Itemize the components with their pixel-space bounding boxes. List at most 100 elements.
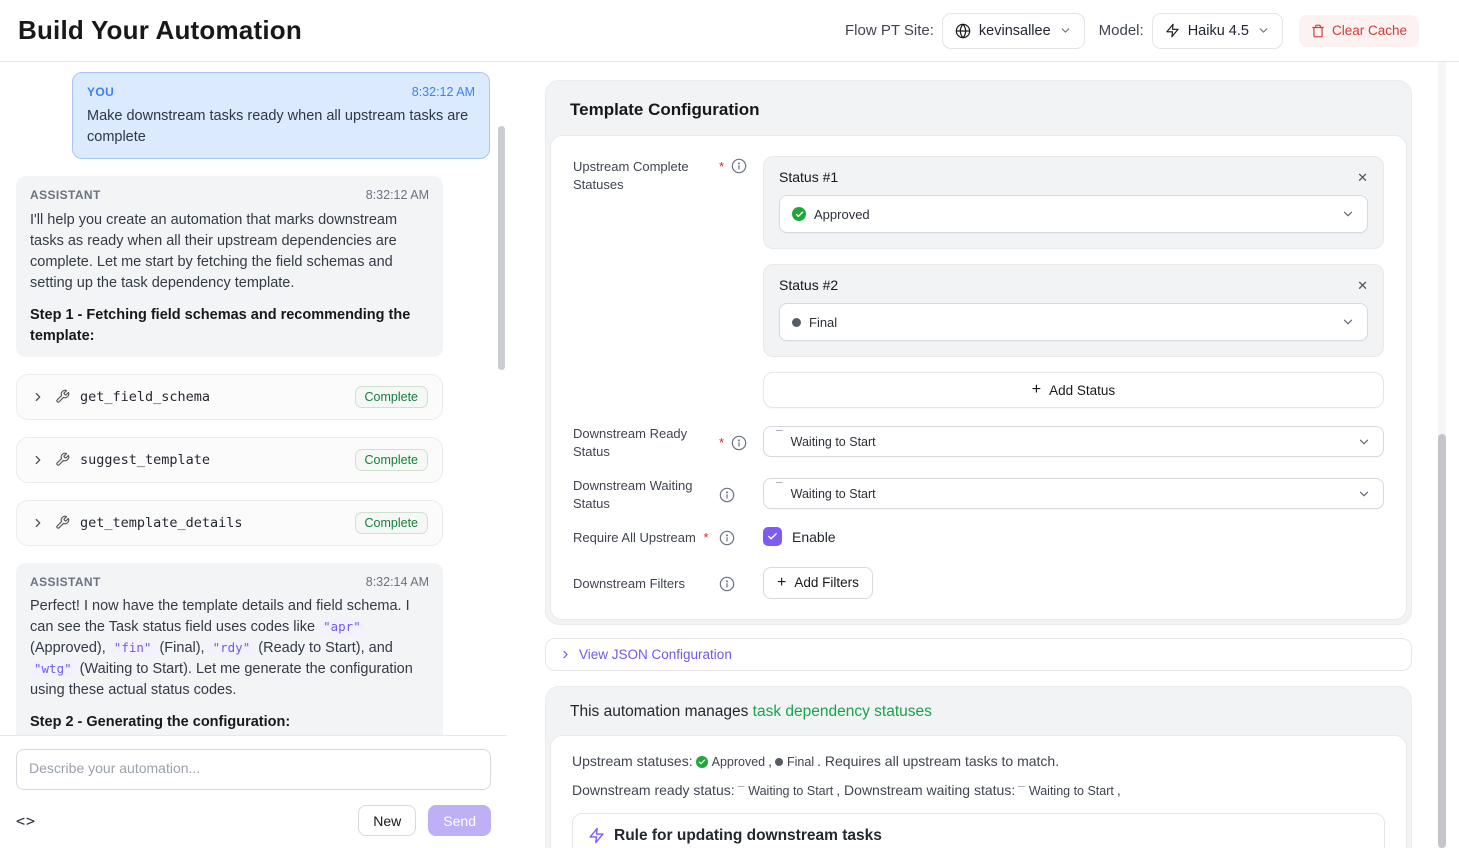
separator: ,	[768, 753, 772, 769]
downstream-filters-row: Downstream Filters + Add Filters	[573, 567, 1384, 599]
app-window: Build Your Automation Flow PT Site: kevi…	[0, 0, 1459, 848]
label-text: Require All Upstream	[573, 530, 696, 545]
text-fragment: (Waiting to Start). Let me generate the …	[30, 661, 413, 698]
required-mark: *	[703, 530, 708, 545]
downstream-waiting-status-select[interactable]: ¯ Waiting to Start	[763, 478, 1384, 509]
template-configuration-form: Upstream Complete Statuses * Status #1	[550, 135, 1407, 620]
waiting-status-mark-icon: ¯	[776, 479, 783, 496]
tool-call-get-template-details[interactable]: get_template_details Complete	[16, 500, 443, 546]
info-icon[interactable]	[719, 487, 735, 503]
assistant-role-label: ASSISTANT	[30, 574, 101, 591]
clear-cache-label: Clear Cache	[1332, 23, 1407, 38]
require-all-upstream-checkbox[interactable]	[763, 527, 782, 546]
automation-prompt-input[interactable]	[16, 749, 491, 790]
status-2-card: Status #2 ✕ Final	[763, 264, 1384, 357]
tool-call-get-field-schema[interactable]: get_field_schema Complete	[16, 374, 443, 420]
status-card-header: Status #2 ✕	[779, 277, 1368, 293]
downstream-statuses-line: Downstream ready status: ¯ Waiting to St…	[572, 782, 1385, 800]
chevron-down-icon	[1357, 435, 1371, 449]
close-icon: ✕	[1357, 170, 1368, 185]
waiting-status-mark-icon: ¯	[738, 783, 745, 800]
approved-status-chip: Approved	[696, 755, 766, 769]
text-fragment: Upstream statuses:	[572, 753, 693, 769]
chip-label: Waiting to Start	[748, 784, 833, 798]
assistant-message-time: 8:32:12 AM	[366, 186, 429, 204]
tool-name: suggest_template	[80, 452, 210, 468]
trash-icon	[1311, 24, 1325, 38]
status-1-card: Status #1 ✕ Approved	[763, 156, 1384, 249]
assistant-message-text: Perfect! I now have the template details…	[30, 596, 429, 701]
upstream-complete-statuses-label: Upstream Complete Statuses	[573, 156, 719, 193]
label-adornments: *	[719, 156, 763, 174]
final-status-chip: Final	[775, 755, 814, 769]
chevron-right-icon	[559, 648, 572, 661]
user-role-label: YOU	[87, 84, 114, 101]
composer: <> New Send	[0, 735, 507, 848]
step-2-heading: Step 2 - Generating the configuration:	[30, 712, 429, 733]
user-message: YOU 8:32:12 AM Make downstream tasks rea…	[72, 72, 490, 159]
chevron-down-icon	[1257, 24, 1270, 37]
required-mark: *	[719, 159, 724, 174]
status-list: Status #1 ✕ Approved	[763, 156, 1384, 408]
rule-title-row: Rule for updating downstream tasks	[588, 827, 1369, 845]
wrench-icon	[55, 389, 70, 404]
close-icon: ✕	[1357, 278, 1368, 293]
required-mark: *	[719, 435, 724, 450]
model-value: Haiku 4.5	[1188, 23, 1249, 39]
code-chip-apr: "apr"	[319, 618, 365, 635]
lightning-icon	[1165, 23, 1180, 38]
chevron-right-icon	[31, 453, 45, 467]
chip-label: Approved	[712, 755, 766, 769]
code-chip-wtg: "wtg"	[30, 660, 76, 677]
configuration-panel: Template Configuration Upstream Complete…	[507, 62, 1459, 848]
clear-cache-button[interactable]: Clear Cache	[1299, 15, 1419, 47]
summary-heading-text: This automation manages	[570, 703, 753, 720]
tool-call-suggest-template[interactable]: suggest_template Complete	[16, 437, 443, 483]
label-adornments	[719, 574, 763, 592]
waiting-status-mark-icon: ¯	[1018, 783, 1025, 800]
globe-icon	[955, 23, 971, 39]
rule-title: Rule for updating downstream tasks	[614, 827, 882, 845]
window-scrollbar-thumb[interactable]	[1438, 434, 1446, 848]
tool-name: get_field_schema	[80, 389, 210, 405]
chat-scrollbar	[498, 126, 506, 798]
status-2-value: Final	[809, 315, 837, 330]
site-dropdown[interactable]: kevinsallee	[942, 13, 1085, 49]
send-button[interactable]: Send	[428, 805, 491, 836]
remove-status-1-button[interactable]: ✕	[1357, 171, 1368, 184]
add-filters-button[interactable]: + Add Filters	[763, 567, 873, 599]
enable-control: Enable	[763, 527, 1384, 546]
info-icon[interactable]	[731, 158, 747, 174]
remove-status-2-button[interactable]: ✕	[1357, 279, 1368, 292]
code-icon: <>	[16, 812, 36, 830]
text-fragment: (Final),	[155, 640, 208, 656]
assistant-message-1: ASSISTANT 8:32:12 AM I'll help you creat…	[16, 176, 443, 356]
info-icon[interactable]	[719, 530, 735, 546]
status-1-select[interactable]: Approved	[779, 195, 1368, 233]
status-badge: Complete	[355, 449, 429, 471]
new-conversation-button[interactable]: New	[358, 805, 416, 836]
text-fragment: . Requires all upstream tasks to match.	[817, 753, 1059, 769]
add-status-button[interactable]: + Add Status	[763, 372, 1384, 408]
chat-scrollbar-thumb[interactable]	[498, 126, 505, 370]
info-icon[interactable]	[731, 435, 747, 451]
status-badge: Complete	[355, 386, 429, 408]
summary-body: Upstream statuses: Approved , Final	[550, 735, 1407, 848]
chevron-down-icon	[1059, 24, 1072, 37]
chevron-right-icon	[31, 390, 45, 404]
summary-heading: This automation manages task dependency …	[546, 687, 1411, 735]
downstream-ready-status-select[interactable]: ¯ Waiting to Start	[763, 426, 1384, 457]
approved-check-icon	[792, 207, 806, 221]
require-all-upstream-row: Require All Upstream * Ena	[573, 527, 1384, 547]
view-json-configuration-toggle[interactable]: View JSON Configuration	[545, 638, 1412, 671]
model-dropdown[interactable]: Haiku 4.5	[1152, 13, 1283, 49]
info-icon[interactable]	[719, 576, 735, 592]
downstream-ready-status-label: Downstream Ready Status	[573, 423, 719, 460]
code-view-button[interactable]: <>	[16, 812, 36, 830]
chip-label: Waiting to Start	[1029, 784, 1114, 798]
status-2-select[interactable]: Final	[779, 303, 1368, 341]
assistant-message-2: ASSISTANT 8:32:14 AM Perfect! I now have…	[16, 563, 443, 735]
plus-icon: +	[777, 574, 786, 592]
text-fragment: , Downstream waiting status:	[836, 782, 1015, 798]
add-filters-label: Add Filters	[794, 575, 859, 590]
